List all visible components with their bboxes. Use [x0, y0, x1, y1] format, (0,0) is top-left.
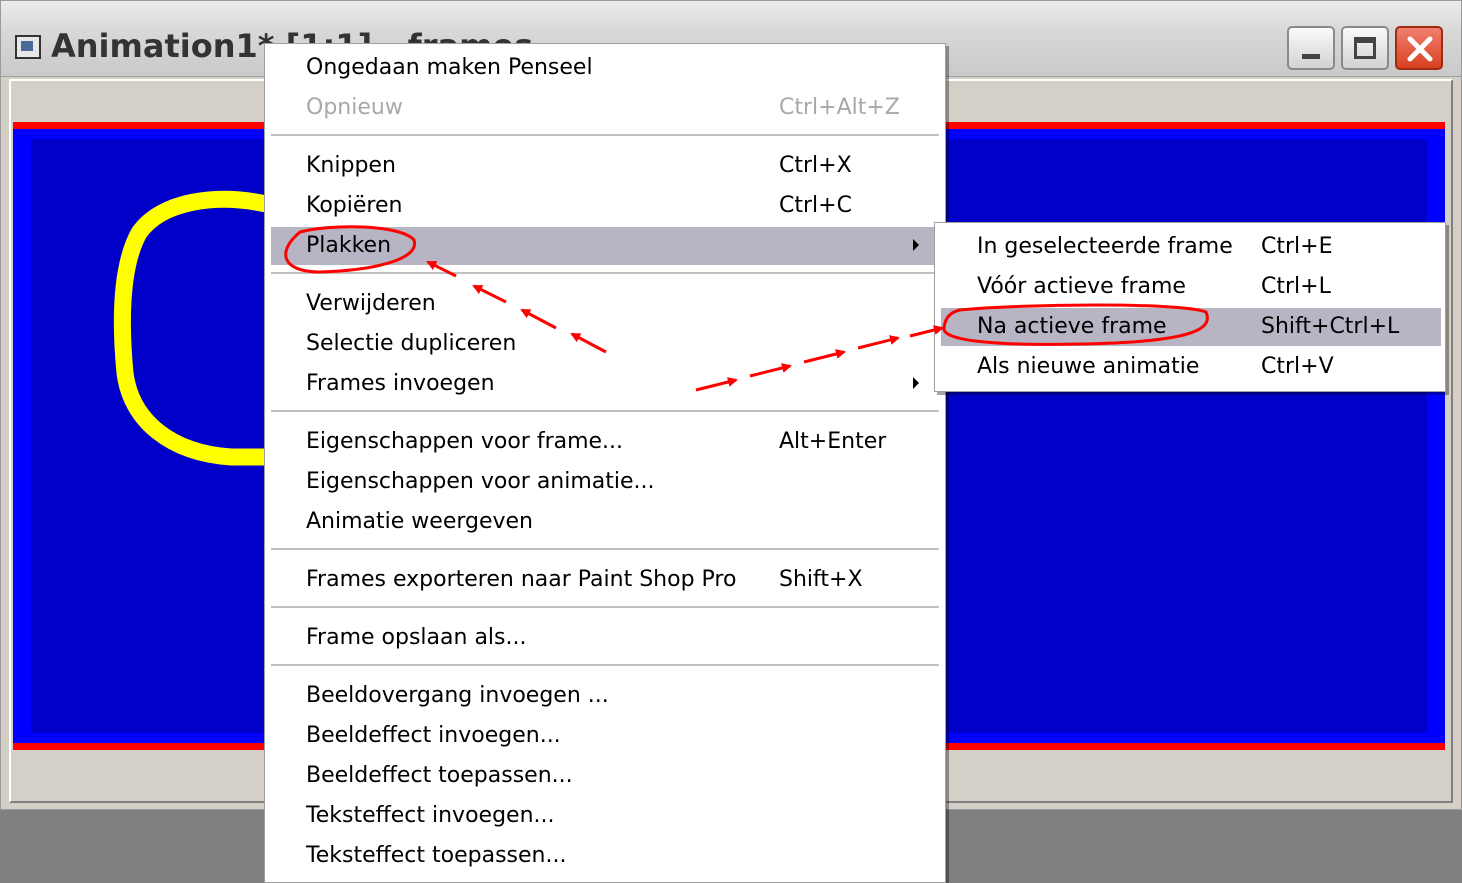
- menu-item-shortcut: Ctrl+Alt+Z: [779, 95, 900, 120]
- menu-item-label: Eigenschappen voor animatie...: [306, 469, 655, 494]
- menu-item-redo: Opnieuw Ctrl+Alt+Z: [271, 89, 939, 127]
- menu-separator: [271, 134, 939, 136]
- menu-item-label: Ongedaan maken Penseel: [306, 55, 593, 80]
- edit-context-menu: Ongedaan maken Penseel Opnieuw Ctrl+Alt+…: [264, 43, 946, 883]
- menu-separator: [271, 664, 939, 666]
- menu-item-label: Knippen: [306, 153, 396, 178]
- menu-item-shortcut: Shift+Ctrl+L: [1261, 314, 1400, 339]
- menu-item-shortcut: Ctrl+C: [779, 193, 852, 218]
- menu-item-label: Teksteffect invoegen...: [306, 803, 555, 828]
- menu-item-label: Frame opslaan als...: [306, 625, 527, 650]
- menu-item-label: Plakken: [306, 233, 392, 258]
- menu-item-label: Frames invoegen: [306, 371, 495, 396]
- menu-item-apply-text-effect[interactable]: Teksteffect toepassen...: [271, 837, 939, 875]
- menu-separator: [271, 548, 939, 550]
- menu-item-shortcut: Alt+Enter: [779, 429, 887, 454]
- menu-item-label: Animatie weergeven: [306, 509, 534, 534]
- submenu-arrow-icon: [913, 377, 919, 389]
- menu-item-label: In geselecteerde frame: [977, 234, 1233, 259]
- menu-item-duplicate-selection[interactable]: Selectie dupliceren: [271, 325, 939, 363]
- submenu-item-before-active-frame[interactable]: Vóór actieve frame Ctrl+L: [941, 268, 1441, 306]
- menu-item-insert-image-effect[interactable]: Beeldeffect invoegen...: [271, 717, 939, 755]
- menu-item-label: Verwijderen: [306, 291, 436, 316]
- menu-item-shortcut: Shift+X: [779, 567, 863, 592]
- menu-item-undo[interactable]: Ongedaan maken Penseel: [271, 49, 939, 87]
- submenu-arrow-icon: [913, 239, 919, 251]
- menu-separator: [271, 410, 939, 412]
- menu-item-label: Teksteffect toepassen...: [306, 843, 567, 868]
- menu-item-label: Beeldeffect invoegen...: [306, 723, 561, 748]
- menu-item-delete[interactable]: Verwijderen: [271, 285, 939, 323]
- menu-item-cut[interactable]: Knippen Ctrl+X: [271, 147, 939, 185]
- menu-separator: [271, 606, 939, 608]
- menu-item-label: Beeldeffect toepassen...: [306, 763, 573, 788]
- menu-item-paste[interactable]: Plakken: [271, 227, 939, 265]
- menu-item-label: Als nieuwe animatie: [977, 354, 1200, 379]
- menu-item-insert-frames[interactable]: Frames invoegen: [271, 365, 939, 403]
- menu-item-label: Na actieve frame: [977, 314, 1167, 339]
- menu-item-label: Eigenschappen voor frame...: [306, 429, 624, 454]
- menu-item-insert-transition[interactable]: Beeldovergang invoegen ...: [271, 677, 939, 715]
- menu-item-frame-properties[interactable]: Eigenschappen voor frame... Alt+Enter: [271, 423, 939, 461]
- menu-separator: [271, 272, 939, 274]
- menu-item-shortcut: Ctrl+X: [779, 153, 852, 178]
- menu-item-apply-image-effect[interactable]: Beeldeffect toepassen...: [271, 757, 939, 795]
- menu-item-copy[interactable]: Kopiëren Ctrl+C: [271, 187, 939, 225]
- paste-submenu: In geselecteerde frame Ctrl+E Vóór actie…: [934, 222, 1446, 392]
- submenu-item-after-active-frame[interactable]: Na actieve frame Shift+Ctrl+L: [941, 308, 1441, 346]
- menu-item-label: Vóór actieve frame: [977, 274, 1186, 299]
- menu-item-label: Opnieuw: [306, 95, 403, 120]
- menu-item-animation-properties[interactable]: Eigenschappen voor animatie...: [271, 463, 939, 501]
- menu-item-shortcut: Ctrl+V: [1261, 354, 1334, 379]
- menu-item-save-frame-as[interactable]: Frame opslaan als...: [271, 619, 939, 657]
- menu-item-shortcut: Ctrl+E: [1261, 234, 1333, 259]
- menu-item-shortcut: Ctrl+L: [1261, 274, 1331, 299]
- submenu-item-into-selected-frame[interactable]: In geselecteerde frame Ctrl+E: [941, 228, 1441, 266]
- menu-item-label: Kopiëren: [306, 193, 403, 218]
- menu-item-label: Selectie dupliceren: [306, 331, 517, 356]
- menu-item-show-animation[interactable]: Animatie weergeven: [271, 503, 939, 541]
- menu-item-insert-text-effect[interactable]: Teksteffect invoegen...: [271, 797, 939, 835]
- menu-item-label: Frames exporteren naar Paint Shop Pro: [306, 567, 737, 592]
- submenu-item-as-new-animation[interactable]: Als nieuwe animatie Ctrl+V: [941, 348, 1441, 386]
- menu-item-label: Beeldovergang invoegen ...: [306, 683, 609, 708]
- menu-item-export-frames[interactable]: Frames exporteren naar Paint Shop Pro Sh…: [271, 561, 939, 599]
